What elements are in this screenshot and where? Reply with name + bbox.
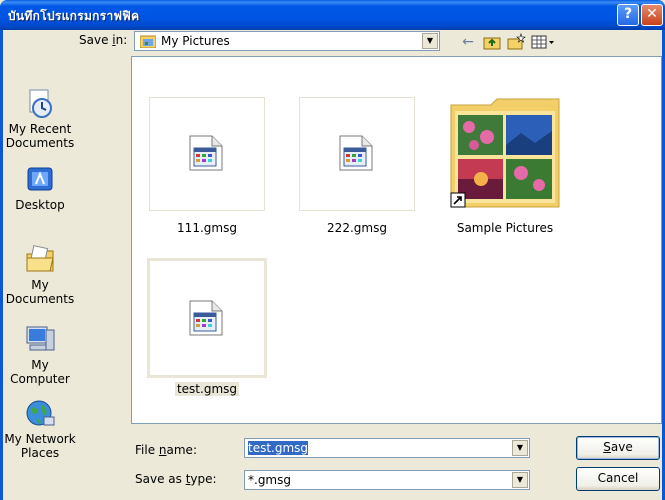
window-title: บันทึกโปรแกรมกราฟฟิค [8, 9, 140, 23]
place-label: Desktop [15, 198, 65, 212]
file-item[interactable]: 222.gmsg [299, 97, 415, 235]
folder-name: Sample Pictures [456, 221, 554, 235]
file-name-value: test.gmsg [248, 441, 309, 455]
desktop-icon [27, 167, 53, 191]
save-in-dropdown[interactable]: My Pictures ▼ [134, 31, 440, 51]
folder-item[interactable]: Sample Pictures [445, 97, 565, 235]
up-one-level-icon[interactable] [482, 33, 502, 51]
window-frame-left [0, 30, 3, 500]
file-item-selected[interactable]: test.gmsg [147, 258, 267, 396]
place-network-places[interactable]: My Network Places [4, 398, 76, 460]
view-menu-icon[interactable] [530, 33, 556, 51]
save-in-value: My Pictures [161, 34, 230, 48]
new-folder-icon[interactable] [506, 33, 526, 51]
title-bar: บันทึกโปรแกรมกราฟฟิค ? ✕ [0, 0, 665, 30]
place-label: My Documents [5, 278, 75, 306]
file-name: 222.gmsg [327, 221, 387, 235]
place-label: My Recent Documents [5, 122, 75, 150]
file-thumbnail [299, 97, 415, 211]
chevron-down-icon[interactable]: ▼ [512, 440, 528, 456]
my-computer-icon [26, 326, 55, 351]
back-arrow-icon[interactable]: ← [458, 33, 478, 51]
file-name: 111.gmsg [177, 221, 237, 235]
recent-documents-icon [29, 89, 52, 118]
gmsg-file-icon [189, 135, 223, 171]
place-recent-documents[interactable]: My Recent Documents [4, 88, 76, 150]
chevron-down-icon[interactable]: ▼ [422, 33, 438, 49]
place-my-computer[interactable]: My Computer [4, 324, 76, 386]
my-documents-icon [26, 245, 54, 272]
gmsg-file-icon [189, 300, 223, 336]
sample-pictures-folder-icon [450, 98, 560, 208]
file-thumbnail [147, 258, 267, 378]
file-name-label: File name: [135, 443, 197, 457]
save-as-type-value: *.gmsg [248, 473, 291, 487]
cancel-button[interactable]: Cancel [576, 467, 660, 491]
save-as-type-label: Save as type: [135, 472, 217, 486]
gmsg-file-icon [339, 135, 373, 171]
place-label: My Network Places [4, 432, 76, 460]
save-as-type-dropdown[interactable]: *.gmsg ▼ [244, 470, 530, 490]
save-button[interactable]: Save [576, 436, 660, 460]
file-name-field[interactable]: test.gmsg ▼ [244, 438, 530, 458]
folder-thumbnail [447, 97, 563, 211]
file-thumbnail [149, 97, 265, 211]
file-name: test.gmsg [174, 382, 240, 396]
place-label: My Computer [10, 358, 70, 386]
save-in-label: Save in: [79, 33, 128, 47]
help-button[interactable]: ? [617, 4, 639, 26]
chevron-down-icon[interactable]: ▼ [512, 472, 528, 488]
network-places-icon [26, 400, 55, 426]
place-desktop[interactable]: Desktop [4, 164, 76, 212]
close-button[interactable]: ✕ [641, 4, 663, 26]
file-list-view[interactable]: 111.gmsg 222.gmsg Sample Pictures test.g… [131, 56, 662, 424]
places-bar: My Recent Documents Desktop My Documents… [4, 56, 128, 474]
my-pictures-icon [140, 35, 156, 48]
place-my-documents[interactable]: My Documents [4, 244, 76, 306]
file-item[interactable]: 111.gmsg [149, 97, 265, 235]
